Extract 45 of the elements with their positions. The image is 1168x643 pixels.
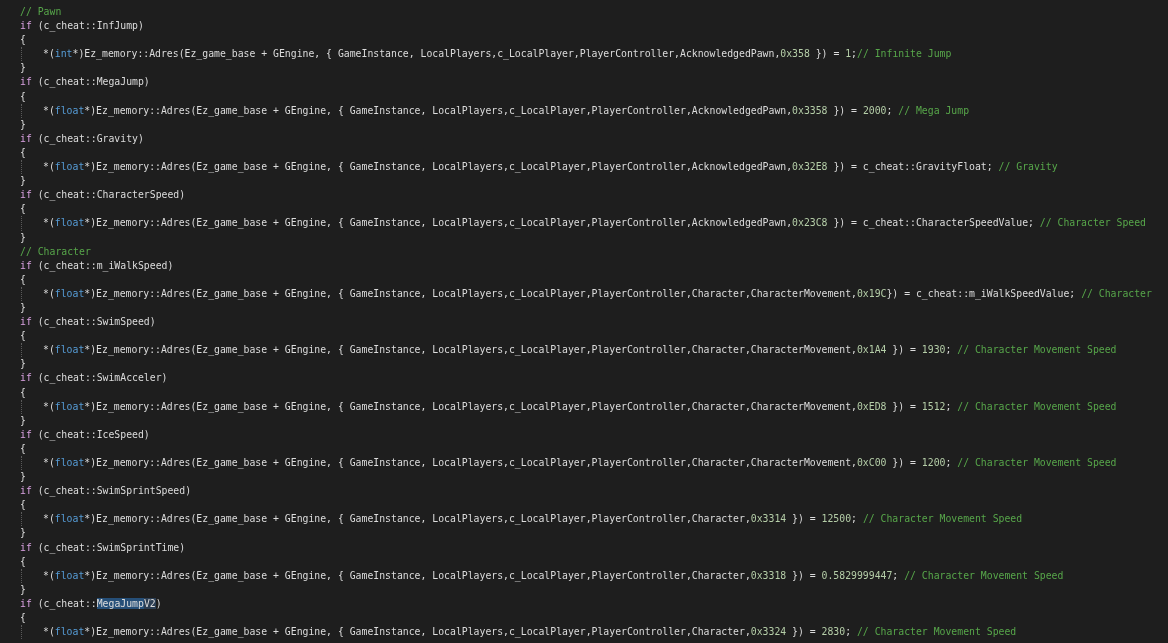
code-comment: // Pawn (20, 6, 62, 17)
code-line: *(float*)Ez_memory::Adres(Ez_game_base + GEngine, { GameInstance, LocalPlayers,c_LocalPlayer,PlayerController,AcknowledgedPawn,0x32E8 }) = c_cheat::GravityFloat; // Gravity (43, 161, 1058, 173)
code-line: *(float*)Ez_memory::Adres(Ez_game_base + GEngine, { GameInstance, LocalPlayers,c_LocalPlayer,PlayerController,AcknowledgedPawn,0x3358 }) = 2000; // Mega Jump (43, 104, 970, 116)
code-line: *(float*)Ez_memory::Adres(Ez_game_base + GEngine, { GameInstance, LocalPlayers,c_LocalPlayer,PlayerController,Character,CharacterMovement,0x19C}) = c_cheat::m_iWalkSpeedValue; // Character (43, 287, 1152, 299)
brace: { (20, 330, 26, 342)
code-line: if (c_cheat::SwimSprintSpeed) (20, 485, 192, 497)
code-line: if (c_cheat::IceSpeed) (20, 428, 150, 440)
code-line: if (c_cheat::SwimAcceler) (20, 372, 168, 384)
code-line: if (c_cheat::CharacterSpeed) (20, 189, 186, 201)
brace: { (20, 90, 26, 102)
code-line: *(int*)Ez_memory::Adres(Ez_game_base + GEngine, { GameInstance, LocalPlayers,c_LocalPlayer,PlayerController,AcknowledgedPawn,0x358 }) = 1;// Infınite Jump (43, 48, 952, 60)
code-line: *(float*)Ez_memory::Adres(Ez_game_base + GEngine, { GameInstance, LocalPlayers,c_LocalPlayer,PlayerController,Character,CharacterMovement,0x1A4 }) = 1930; // Character Movement Speed (43, 344, 1117, 356)
code-line: *(float*)Ez_memory::Adres(Ez_game_base + GEngine, { GameInstance, LocalPlayers,c_LocalPlayer,PlayerController,Character,0x3324 }) = 2830; // Character Movement Speed (43, 626, 1017, 638)
code-line: *(float*)Ez_memory::Adres(Ez_game_base + GEngine, { GameInstance, LocalPlayers,c_LocalPlayer,PlayerController,AcknowledgedPawn,0x23C8 }) = c_cheat::CharacterSpeedValue; // Character Speed (43, 217, 1146, 229)
brace: } (20, 527, 26, 539)
brace: } (20, 118, 26, 130)
code-line: if (c_cheat::Gravity) (20, 132, 144, 144)
brace: { (20, 146, 26, 158)
brace: { (20, 203, 26, 215)
brace: { (20, 499, 26, 511)
code-line: *(float*)Ez_memory::Adres(Ez_game_base + GEngine, { GameInstance, LocalPlayers,c_LocalPlayer,PlayerController,Character,0x3318 }) = 0.5829999447; // Character Movement Speed (43, 569, 1064, 581)
brace: { (20, 34, 26, 46)
code-line: *(float*)Ez_memory::Adres(Ez_game_base + GEngine, { GameInstance, LocalPlayers,c_LocalPlayer,PlayerController,Character,CharacterMovement,0xC00 }) = 1200; // Character Movement Speed (43, 457, 1117, 468)
code-line: if (c_cheat::SwimSprintTime) (20, 541, 186, 553)
code-comment: // Character (20, 245, 91, 257)
brace: } (20, 231, 26, 243)
code-line: if (c_cheat::InfJump) (20, 20, 144, 32)
brace: { (20, 555, 26, 567)
brace: { (20, 612, 26, 624)
brace: } (20, 471, 26, 483)
brace: { (20, 386, 26, 398)
code-line: if (c_cheat::MegaJump) (20, 76, 150, 88)
code-line: *(float*)Ez_memory::Adres(Ez_game_base + GEngine, { GameInstance, LocalPlayers,c_LocalPlayer,PlayerController,Character,CharacterMovement,0xED8 }) = 1512; // Character Movement Speed (43, 400, 1117, 412)
brace: } (20, 301, 26, 313)
code-line: if (c_cheat::MegaJumpV2) (20, 597, 162, 609)
code-line: if (c_cheat::SwimSpeed) (20, 316, 156, 328)
brace: } (20, 583, 26, 595)
brace: { (20, 273, 26, 285)
brace: } (20, 358, 26, 370)
code-line: if (c_cheat::m_iWalkSpeed) (20, 259, 174, 271)
brace: } (20, 175, 26, 187)
brace: } (20, 62, 26, 74)
code-line: *(float*)Ez_memory::Adres(Ez_game_base + GEngine, { GameInstance, LocalPlayers,c_LocalPlayer,PlayerController,Character,0x3314 }) = 12500; // Character Movement Speed (43, 513, 1023, 525)
brace: } (20, 414, 26, 426)
brace: { (20, 442, 26, 454)
